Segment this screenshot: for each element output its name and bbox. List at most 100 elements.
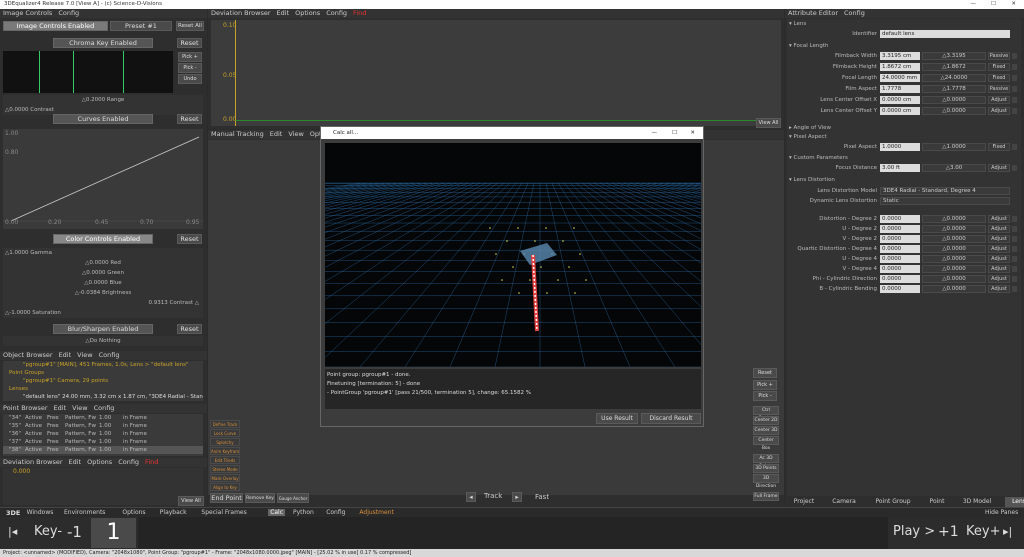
attr-mode-select[interactable]: Adjust xyxy=(988,215,1010,223)
menu-object-browser[interactable]: Object Browser xyxy=(3,351,53,359)
attr-relative-field[interactable]: △0.0000 xyxy=(922,225,986,233)
point-browser-table[interactable]: "34" Active Free Pattern, Fw 1.00 in Frame "35… xyxy=(3,414,203,456)
menu-point-browser[interactable]: Point Browser xyxy=(3,404,48,412)
attr-mode-select[interactable]: Adjust xyxy=(988,225,1010,233)
attr-relative-field[interactable]: △3.00 xyxy=(922,164,986,172)
attr-mode-select[interactable]: Adjust xyxy=(988,164,1010,172)
contrast2-slider[interactable]: 0.9313 Contrast △ xyxy=(3,298,203,308)
tracking-tool-button[interactable]: Stereo Mode xyxy=(210,465,240,473)
attr-relative-field[interactable]: △3.3195 xyxy=(922,52,986,60)
track-forward-button[interactable]: ▸ xyxy=(512,492,522,502)
tracking-tool-button[interactable]: Lock Curve xyxy=(210,429,240,437)
attr-mode-select[interactable]: Fixed xyxy=(988,143,1010,151)
menu-config[interactable]: Config xyxy=(99,351,120,359)
menu-find[interactable]: Find xyxy=(145,458,158,466)
tracking-tool-button[interactable]: Edit Trieds xyxy=(210,456,240,464)
view-control-button[interactable]: Center 3D xyxy=(753,426,779,435)
section-lens-distortion[interactable]: ▾ Lens Distortion xyxy=(789,175,835,185)
attr-relative-field[interactable]: △24.0000 xyxy=(922,74,986,82)
undo-button[interactable]: Undo xyxy=(178,74,202,84)
tab-point-group[interactable]: Point Group xyxy=(869,497,917,507)
view-all-button[interactable]: View All xyxy=(756,118,781,128)
attr-relative-field[interactable]: △0.0000 xyxy=(922,96,986,104)
color-controls-toggle[interactable]: Color Controls Enabled xyxy=(53,234,153,244)
blur-sharpen-toggle[interactable]: Blur/Sharpen Enabled xyxy=(53,324,153,334)
attr-relative-field[interactable]: △0.0000 xyxy=(922,275,986,283)
reset-all-button[interactable]: Reset All xyxy=(176,21,204,31)
attr-relative-field[interactable]: △0.0000 xyxy=(922,215,986,223)
menu-view[interactable]: View xyxy=(77,351,92,359)
identifier-field[interactable]: default lens xyxy=(880,30,1010,38)
attr-relative-field[interactable]: △0.0000 xyxy=(922,235,986,243)
attr-mode-select[interactable]: Adjust xyxy=(988,275,1010,283)
pick-plus-button[interactable]: Pick + xyxy=(178,52,202,62)
dropdown-arrow-icon[interactable] xyxy=(1012,266,1017,272)
dropdown-arrow-icon[interactable] xyxy=(1012,64,1017,70)
track-back-button[interactable]: ◂ xyxy=(466,492,476,502)
dropdown-arrow-icon[interactable] xyxy=(1012,246,1017,252)
tab-point[interactable]: Point xyxy=(925,497,949,507)
attr-relative-field[interactable]: △1.8672 xyxy=(922,63,986,71)
dynamic-distortion-select[interactable]: Static xyxy=(880,197,1010,205)
timeline-track[interactable] xyxy=(138,517,888,549)
table-row[interactable]: "35" Active Free Pattern, Fw 1.00 in Frame xyxy=(3,422,203,430)
view-control-button[interactable]: 3D Points xyxy=(753,464,779,473)
menu-find[interactable]: Find xyxy=(353,9,366,17)
preset-select[interactable]: Preset #1 xyxy=(110,21,172,31)
env-menu-windows[interactable]: Windows xyxy=(27,509,54,516)
menu-manual-tracking[interactable]: Manual Tracking xyxy=(211,130,264,138)
minimize-icon[interactable]: — xyxy=(652,127,658,139)
use-result-button[interactable]: Use Result xyxy=(596,413,638,424)
reset-chroma-button[interactable]: Reset xyxy=(177,38,202,48)
menu-options[interactable]: Options xyxy=(87,458,112,466)
attr-relative-field[interactable]: △0.0000 xyxy=(922,285,986,293)
maximize-icon[interactable]: ☐ xyxy=(672,127,677,139)
dropdown-arrow-icon[interactable] xyxy=(1012,276,1017,282)
dropdown-arrow-icon[interactable] xyxy=(1012,53,1017,59)
dropdown-arrow-icon[interactable] xyxy=(1012,75,1017,81)
attr-value-field[interactable]: 1.8672 cm xyxy=(880,63,920,71)
env-menu-3de[interactable]: 3DE xyxy=(6,509,20,517)
list-item[interactable]: "default lens" 24.00 mm, 3.32 cm x 1.87 … xyxy=(3,393,203,401)
attr-value-field[interactable]: 0.0000 xyxy=(880,285,920,293)
image-controls-enabled-button[interactable]: Image Controls Enabled xyxy=(3,21,108,31)
pick-minus-button[interactable]: Pick - xyxy=(178,63,202,73)
menu-config[interactable]: Config xyxy=(58,9,79,17)
3d-preview[interactable] xyxy=(325,143,701,367)
section-pixel-aspect[interactable]: ▾ Pixel Aspect xyxy=(789,132,827,142)
deviation-small-view[interactable]: 0.000 xyxy=(3,468,203,505)
section-lens[interactable]: ▾ Lens xyxy=(789,19,806,29)
view-control-button[interactable]: Ac 3D Points xyxy=(753,454,779,469)
brightness-slider[interactable]: △-0.0384 Brightness xyxy=(3,288,203,298)
env-menu-options[interactable]: Options xyxy=(122,509,145,516)
env-menu-environments[interactable]: Environments xyxy=(64,509,105,516)
attr-mode-select[interactable]: Adjust xyxy=(988,245,1010,253)
attr-value-field[interactable]: 24.0000 mm xyxy=(880,74,920,82)
attr-relative-field[interactable]: △1.0000 xyxy=(922,143,986,151)
object-browser-list[interactable]: "pgroup#1" [MAIN], 451 Frames, 1.0s, Len… xyxy=(3,361,203,401)
env-menu-calc[interactable]: Calc xyxy=(268,509,286,516)
green-slider[interactable]: △0.0000 Green xyxy=(3,268,203,278)
dropdown-arrow-icon[interactable] xyxy=(1012,86,1017,92)
range-slider[interactable]: △0.2000 Range xyxy=(3,95,203,105)
maximize-icon[interactable]: ☐ xyxy=(991,0,996,9)
blur-mode-slider[interactable]: △Do Nothing xyxy=(3,336,203,346)
menu-edit[interactable]: Edit xyxy=(277,9,290,17)
menu-edit[interactable]: Edit xyxy=(270,130,283,138)
table-row[interactable]: "36" Active Free Pattern, Fw 1.00 in Frame xyxy=(3,430,203,438)
list-item[interactable]: Lenses xyxy=(3,385,203,393)
reset-button[interactable]: Reset xyxy=(753,368,777,378)
menu-options[interactable]: Options xyxy=(295,9,320,17)
menu-deviation[interactable]: Deviation Browser xyxy=(3,458,63,466)
go-end-button[interactable]: ▸| xyxy=(1003,525,1012,538)
menu-config[interactable]: Config xyxy=(844,9,865,17)
attr-mode-select[interactable]: Adjust xyxy=(988,235,1010,243)
gauge-anchor-button[interactable]: Gauge Anchor xyxy=(277,493,309,503)
dropdown-arrow-icon[interactable] xyxy=(1012,108,1017,114)
menu-edit[interactable]: Edit xyxy=(59,351,72,359)
gamma-slider[interactable]: △1.0000 Gamma xyxy=(3,248,203,258)
dropdown-arrow-icon[interactable] xyxy=(1012,226,1017,232)
attr-mode-select[interactable]: Fixed xyxy=(988,63,1010,71)
dropdown-arrow-icon[interactable] xyxy=(1012,256,1017,262)
attr-relative-field[interactable]: △0.0000 xyxy=(922,265,986,273)
